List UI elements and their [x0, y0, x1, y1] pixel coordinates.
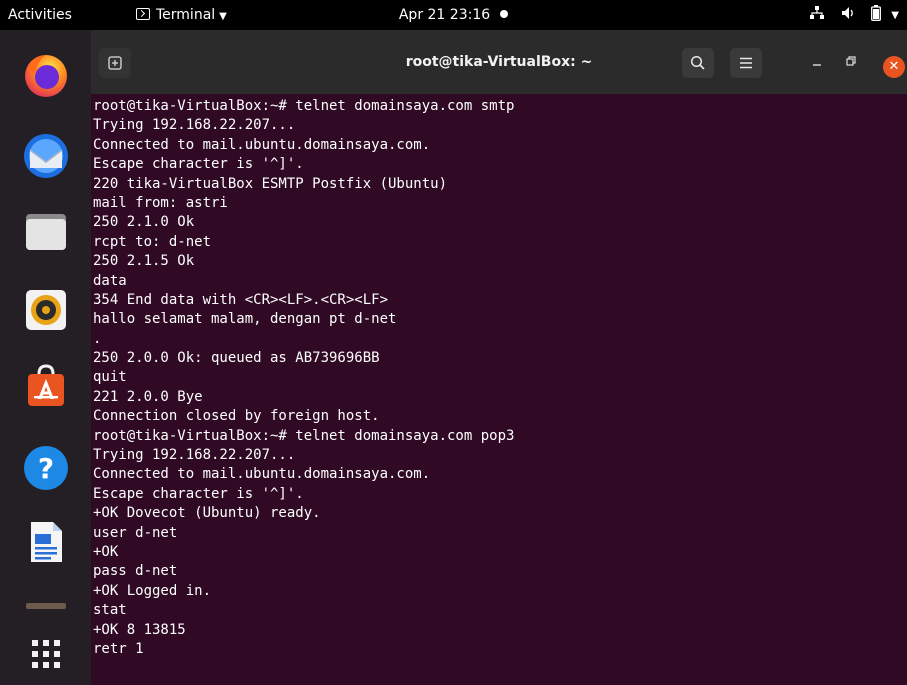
dock: ?	[0, 30, 91, 685]
writer-icon[interactable]	[22, 518, 70, 566]
hamburger-menu-icon	[739, 53, 753, 72]
terminal-line: +OK 8 13815	[93, 621, 186, 638]
search-icon	[690, 53, 706, 72]
terminal-line: Escape character is '^]'.	[93, 485, 304, 502]
minimize-icon	[812, 52, 822, 71]
system-tray[interactable]: ▼	[797, 0, 899, 30]
terminal-line: retr 1	[93, 640, 144, 657]
terminal-line: 221 2.0.0 Bye	[93, 388, 203, 405]
terminal-line: mail from: astri	[93, 194, 228, 211]
terminal-output: root@tika-VirtualBox:~# telnet domainsay…	[91, 94, 907, 659]
terminal-line: Trying 192.168.22.207...	[93, 117, 296, 134]
close-button[interactable]: ✕	[883, 56, 905, 78]
terminal-line: stat	[93, 602, 127, 619]
search-button[interactable]	[682, 48, 714, 78]
chevron-down-icon: ▼	[219, 11, 227, 22]
window-header[interactable]: root@tika-VirtualBox: ~ ✕	[91, 30, 907, 94]
firefox-icon[interactable]	[22, 50, 70, 98]
terminal-line: +OK	[93, 543, 119, 560]
new-tab-button[interactable]	[99, 48, 131, 78]
network-icon	[809, 6, 829, 22]
terminal-window: root@tika-VirtualBox: ~ ✕ root@tika-Virt…	[91, 30, 907, 685]
show-apps-icon[interactable]	[22, 630, 70, 678]
terminal-line: Connected to mail.ubuntu.domainsaya.com.	[93, 136, 431, 153]
activities-button[interactable]: Activities	[8, 0, 72, 30]
terminal-line: 250 2.0.0 Ok: queued as AB739696BB	[93, 350, 380, 367]
minimize-button[interactable]	[807, 52, 827, 72]
software-icon[interactable]	[22, 362, 70, 410]
terminal-app-icon	[136, 8, 150, 20]
terminal-line: Trying 192.168.22.207...	[93, 447, 296, 464]
notification-dot-icon	[500, 10, 509, 18]
menu-button[interactable]	[730, 48, 762, 78]
restore-icon	[846, 55, 856, 69]
terminal-line: 220 tika-VirtualBox ESMTP Postfix (Ubunt…	[93, 175, 448, 192]
terminal-line: root@tika-VirtualBox:~# telnet domainsay…	[93, 427, 515, 444]
help-icon[interactable]: ?	[22, 444, 70, 492]
terminal-line: user d-net	[93, 524, 178, 541]
close-icon: ✕	[888, 59, 900, 74]
terminal-line: hallo selamat malam, dengan pt d-net	[93, 311, 397, 328]
app-menu[interactable]: Terminal ▼	[136, 0, 227, 30]
battery-icon	[871, 5, 885, 22]
new-tab-icon	[108, 53, 122, 72]
terminal-line: rcpt to: d-net	[93, 233, 212, 250]
app-menu-label: Terminal	[156, 7, 216, 23]
terminal-line: +OK Logged in.	[93, 582, 212, 599]
svg-text:?: ?	[38, 452, 54, 485]
terminal-line: .	[93, 330, 102, 347]
terminal-line: 354 End data with <CR><LF>.<CR><LF>	[93, 291, 389, 308]
terminal-line: 250 2.1.0 Ok	[93, 214, 195, 231]
maximize-button[interactable]	[841, 52, 861, 72]
chevron-down-icon: ▼	[891, 10, 899, 21]
trash-icon[interactable]	[22, 598, 70, 609]
volume-icon	[841, 7, 859, 22]
terminal-line: Escape character is '^]'.	[93, 156, 304, 173]
terminal-line: root@tika-VirtualBox:~# telnet domainsay…	[93, 98, 515, 114]
clock-text: Apr 21 23:16	[398, 7, 491, 23]
thunderbird-icon[interactable]	[22, 132, 70, 180]
terminal-line: pass d-net	[93, 563, 178, 580]
rhythmbox-icon[interactable]	[22, 286, 70, 334]
terminal-line: quit	[93, 369, 127, 386]
window-title: root@tika-VirtualBox: ~	[405, 54, 593, 70]
terminal-line: Connected to mail.ubuntu.domainsaya.com.	[93, 466, 431, 483]
files-icon[interactable]	[22, 208, 70, 256]
clock-button[interactable]: Apr 21 23:16	[398, 7, 509, 23]
top-bar: Activities Terminal ▼ Apr 21 23:16 ▼	[0, 0, 907, 30]
terminal-line: +OK Dovecot (Ubuntu) ready.	[93, 505, 321, 522]
terminal-line: data	[93, 272, 127, 289]
terminal-area[interactable]: root@tika-VirtualBox:~# telnet domainsay…	[91, 94, 907, 685]
terminal-line: 250 2.1.5 Ok	[93, 253, 195, 270]
terminal-line: Connection closed by foreign host.	[93, 408, 380, 425]
